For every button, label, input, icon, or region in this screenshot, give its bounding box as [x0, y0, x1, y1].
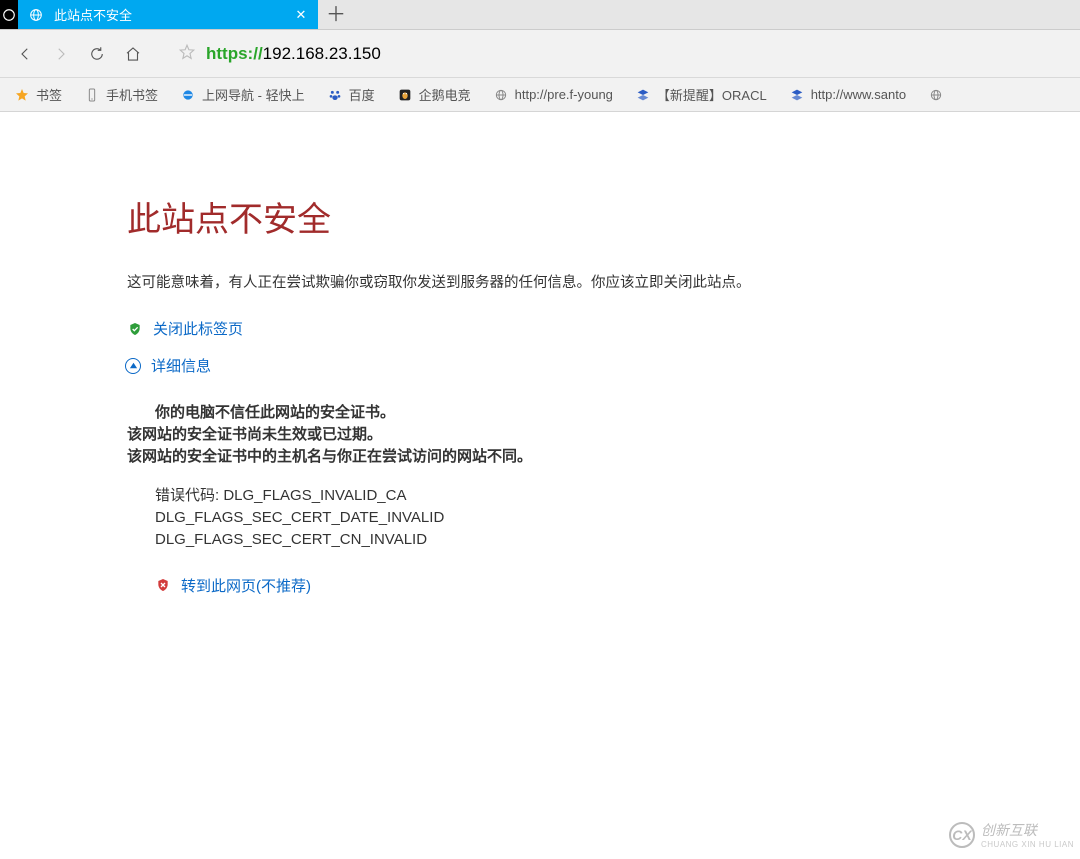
proceed-link-row: 转到此网页(不推荐): [127, 575, 1080, 596]
bookmark-label: http://www.santo: [811, 87, 906, 102]
proceed-link[interactable]: 转到此网页(不推荐): [181, 575, 311, 596]
close-tab-link[interactable]: 关闭此标签页: [153, 318, 243, 339]
nav-forward-button[interactable]: [46, 39, 76, 69]
bookmark-item[interactable]: 企鹅电竞: [387, 78, 481, 111]
tab-title: 此站点不安全: [54, 5, 284, 24]
error-codes: 错误代码: DLG_FLAGS_INVALID_CA DLG_FLAGS_SEC…: [127, 485, 1080, 550]
details-link[interactable]: 详细信息: [151, 355, 211, 376]
bookmark-item[interactable]: 手机书签: [74, 78, 168, 111]
watermark: CX 创新互联 CHUANG XIN HU LIAN: [949, 820, 1074, 849]
globe-icon: [928, 87, 944, 103]
bookmark-label: 百度: [349, 85, 375, 104]
chevron-up-circle-icon[interactable]: [125, 358, 141, 374]
detail-line: 你的电脑不信任此网站的安全证书。: [127, 402, 1080, 424]
bookmark-label: 书签: [36, 85, 62, 104]
address-bar[interactable]: https://192.168.23.150: [170, 39, 1070, 69]
error-label: 错误代码:: [155, 487, 223, 504]
nav-back-button[interactable]: [10, 39, 40, 69]
bookmark-label: 企鹅电竞: [419, 85, 471, 104]
globe-icon: [493, 87, 509, 103]
close-tab-icon[interactable]: ✕: [294, 8, 308, 22]
shield-check-icon: [127, 321, 143, 337]
stack-icon: [635, 87, 651, 103]
refresh-button[interactable]: [82, 39, 112, 69]
url-host: 192.168.23.150: [263, 44, 381, 63]
page-title: 此站点不安全: [127, 192, 1080, 241]
error-code-line: DLG_FLAGS_SEC_CERT_CN_INVALID: [155, 529, 1080, 551]
star-filled-icon: [14, 87, 30, 103]
new-tab-button[interactable]: ＋: [318, 0, 354, 29]
bookmark-item[interactable]: 书签: [4, 78, 72, 111]
url-sep: //: [253, 44, 262, 63]
url-scheme: https:: [206, 44, 253, 63]
watermark-label: 创新互联: [981, 822, 1037, 838]
security-warning-page: 此站点不安全 这可能意味着，有人正在尝试欺骗你或窃取你发送到服务器的任何信息。你…: [0, 112, 1080, 596]
bookmark-item[interactable]: http://pre.f-young: [483, 78, 623, 111]
bookmark-item[interactable]: 百度: [317, 78, 385, 111]
error-code-line: DLG_FLAGS_SEC_CERT_DATE_INVALID: [155, 507, 1080, 529]
phone-icon: [84, 87, 100, 103]
globe-icon: [28, 7, 44, 23]
stack-icon: [789, 87, 805, 103]
watermark-sub: CHUANG XIN HU LIAN: [981, 840, 1074, 849]
bookmark-label: 上网导航 - 轻快上: [202, 85, 305, 104]
bookmark-item[interactable]: http://www.santo: [779, 78, 916, 111]
penguin-icon: [397, 87, 413, 103]
watermark-logo: CX: [949, 822, 975, 848]
bookmark-item[interactable]: 上网导航 - 轻快上: [170, 78, 315, 111]
bookmarks-bar: 书签 手机书签 上网导航 - 轻快上 百度 企鹅电竞 http://pre.f-…: [0, 78, 1080, 112]
home-button[interactable]: [118, 39, 148, 69]
error-code-line: 错误代码: DLG_FLAGS_INVALID_CA: [155, 485, 1080, 507]
bookmark-label: http://pre.f-young: [515, 87, 613, 102]
paw-icon: [327, 87, 343, 103]
bookmark-item[interactable]: [918, 78, 960, 111]
browser-tab-active[interactable]: 此站点不安全 ✕: [18, 0, 318, 29]
watermark-text: 创新互联 CHUANG XIN HU LIAN: [981, 820, 1074, 849]
warning-description: 这可能意味着，有人正在尝试欺骗你或窃取你发送到服务器的任何信息。你应该立即关闭此…: [127, 271, 1080, 292]
ie-icon: [180, 87, 196, 103]
error-details: 你的电脑不信任此网站的安全证书。 该网站的安全证书尚未生效或已过期。 该网站的安…: [127, 402, 1080, 467]
favorite-icon[interactable]: [178, 43, 196, 64]
details-toggle-row: 详细信息: [125, 355, 1080, 376]
shield-x-icon: [155, 577, 171, 593]
bookmark-label: 手机书签: [106, 85, 158, 104]
window-edge-overlay: [0, 0, 18, 29]
detail-line: 该网站的安全证书中的主机名与你正在尝试访问的网站不同。: [127, 446, 1080, 468]
bookmark-label: 【新提醒】ORACL: [657, 85, 767, 104]
detail-line: 该网站的安全证书尚未生效或已过期。: [127, 424, 1080, 446]
url-text: https://192.168.23.150: [206, 44, 381, 64]
close-tab-link-row: 关闭此标签页: [127, 318, 1080, 339]
tab-strip: 此站点不安全 ✕ ＋: [0, 0, 1080, 30]
error-code: DLG_FLAGS_INVALID_CA: [223, 487, 406, 504]
bookmark-item[interactable]: 【新提醒】ORACL: [625, 78, 777, 111]
address-bar-row: https://192.168.23.150: [0, 30, 1080, 78]
